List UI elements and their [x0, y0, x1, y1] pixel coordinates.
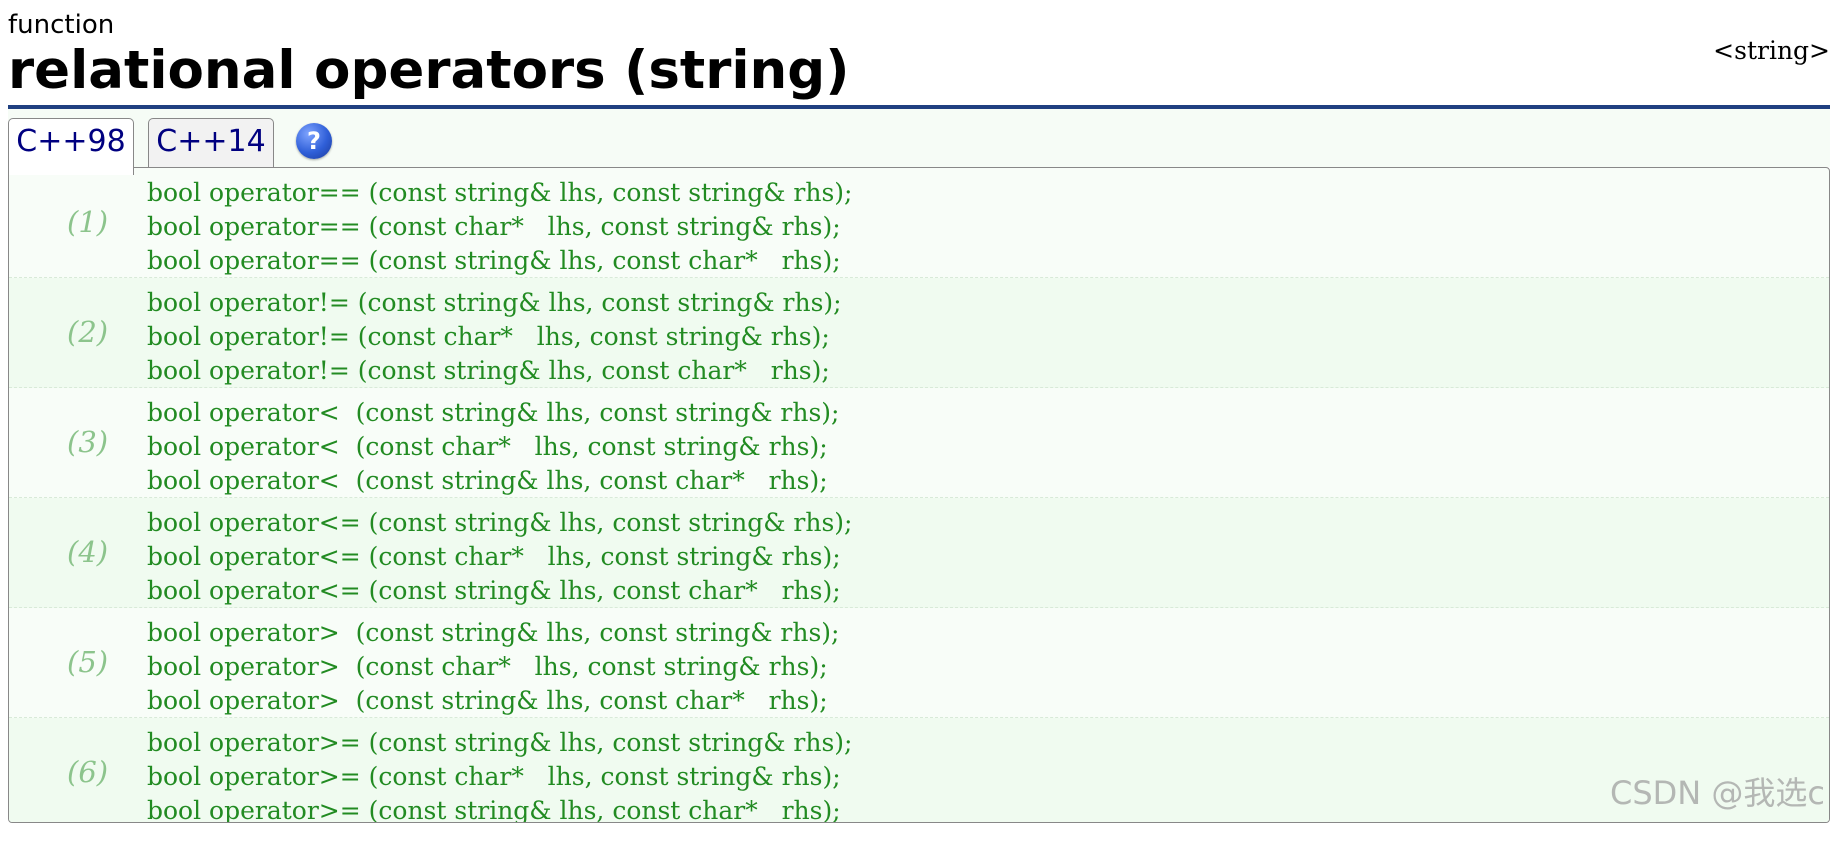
- prototype-group: (5) bool operator> (const string& lhs, c…: [9, 608, 1829, 718]
- prototype-lines: bool operator!= (const string& lhs, cons…: [147, 286, 842, 388]
- prototype-group: (1) bool operator== (const string& lhs, …: [9, 168, 1829, 278]
- prototype-line: bool operator< (const char* lhs, const s…: [147, 432, 828, 461]
- prototype-line: bool operator>= (const string& lhs, cons…: [147, 728, 853, 757]
- prototype-line: bool operator> (const string& lhs, const…: [147, 618, 840, 647]
- prototype-line: bool operator< (const string& lhs, const…: [147, 398, 840, 427]
- prototype-line: bool operator!= (const string& lhs, cons…: [147, 288, 842, 317]
- prototype-lines: bool operator>= (const string& lhs, cons…: [147, 726, 853, 823]
- tab-cpp14[interactable]: C++14: [148, 118, 274, 167]
- page-title: relational operators (string): [8, 40, 850, 101]
- header-file-link[interactable]: <string>: [1713, 36, 1830, 65]
- prototype-line: bool operator<= (const string& lhs, cons…: [147, 508, 853, 537]
- prototype-line: bool operator> (const char* lhs, const s…: [147, 652, 828, 681]
- group-number: (4): [67, 535, 109, 569]
- prototype-group: (4) bool operator<= (const string& lhs, …: [9, 498, 1829, 608]
- entity-kind-label: function: [8, 10, 115, 40]
- tab-cpp98[interactable]: C++98: [8, 118, 134, 175]
- prototype-lines: bool operator<= (const string& lhs, cons…: [147, 506, 852, 608]
- prototype-line: bool operator== (const char* lhs, const …: [147, 212, 841, 241]
- prototype-lines: bool operator> (const string& lhs, const…: [147, 616, 839, 718]
- reference-page: function relational operators (string) <…: [8, 10, 1830, 823]
- prototype-line: bool operator>= (const char* lhs, const …: [147, 762, 841, 791]
- prototype-group: (3) bool operator< (const string& lhs, c…: [9, 388, 1829, 498]
- prototype-table: (1) bool operator== (const string& lhs, …: [8, 167, 1830, 823]
- prototype-line: bool operator== (const string& lhs, cons…: [147, 178, 853, 207]
- prototype-line: bool operator< (const string& lhs, const…: [147, 466, 828, 495]
- group-number: (5): [67, 645, 109, 679]
- prototype-line: bool operator<= (const string& lhs, cons…: [147, 576, 841, 605]
- prototype-lines: bool operator< (const string& lhs, const…: [147, 396, 839, 498]
- group-number: (3): [67, 425, 109, 459]
- title-row: relational operators (string) <string>: [8, 36, 1830, 102]
- help-icon[interactable]: ?: [296, 123, 332, 159]
- prototype-line: bool operator!= (const string& lhs, cons…: [147, 356, 830, 385]
- prototype-line: bool operator> (const string& lhs, const…: [147, 686, 828, 715]
- group-number: (2): [67, 315, 109, 349]
- group-number: (1): [67, 205, 109, 239]
- prototype-line: bool operator== (const string& lhs, cons…: [147, 246, 841, 275]
- prototype-line: bool operator<= (const char* lhs, const …: [147, 542, 841, 571]
- prototype-group: (2) bool operator!= (const string& lhs, …: [9, 278, 1829, 388]
- prototype-group: (6) bool operator>= (const string& lhs, …: [9, 718, 1829, 823]
- prototype-line: bool operator!= (const char* lhs, const …: [147, 322, 830, 351]
- group-number: (6): [67, 755, 109, 789]
- standard-tabs: C++98 C++14 ?: [8, 109, 1830, 175]
- prototype-line: bool operator>= (const string& lhs, cons…: [147, 796, 841, 823]
- prototype-lines: bool operator== (const string& lhs, cons…: [147, 176, 852, 278]
- watermark: CSDN @我选c: [1609, 774, 1825, 812]
